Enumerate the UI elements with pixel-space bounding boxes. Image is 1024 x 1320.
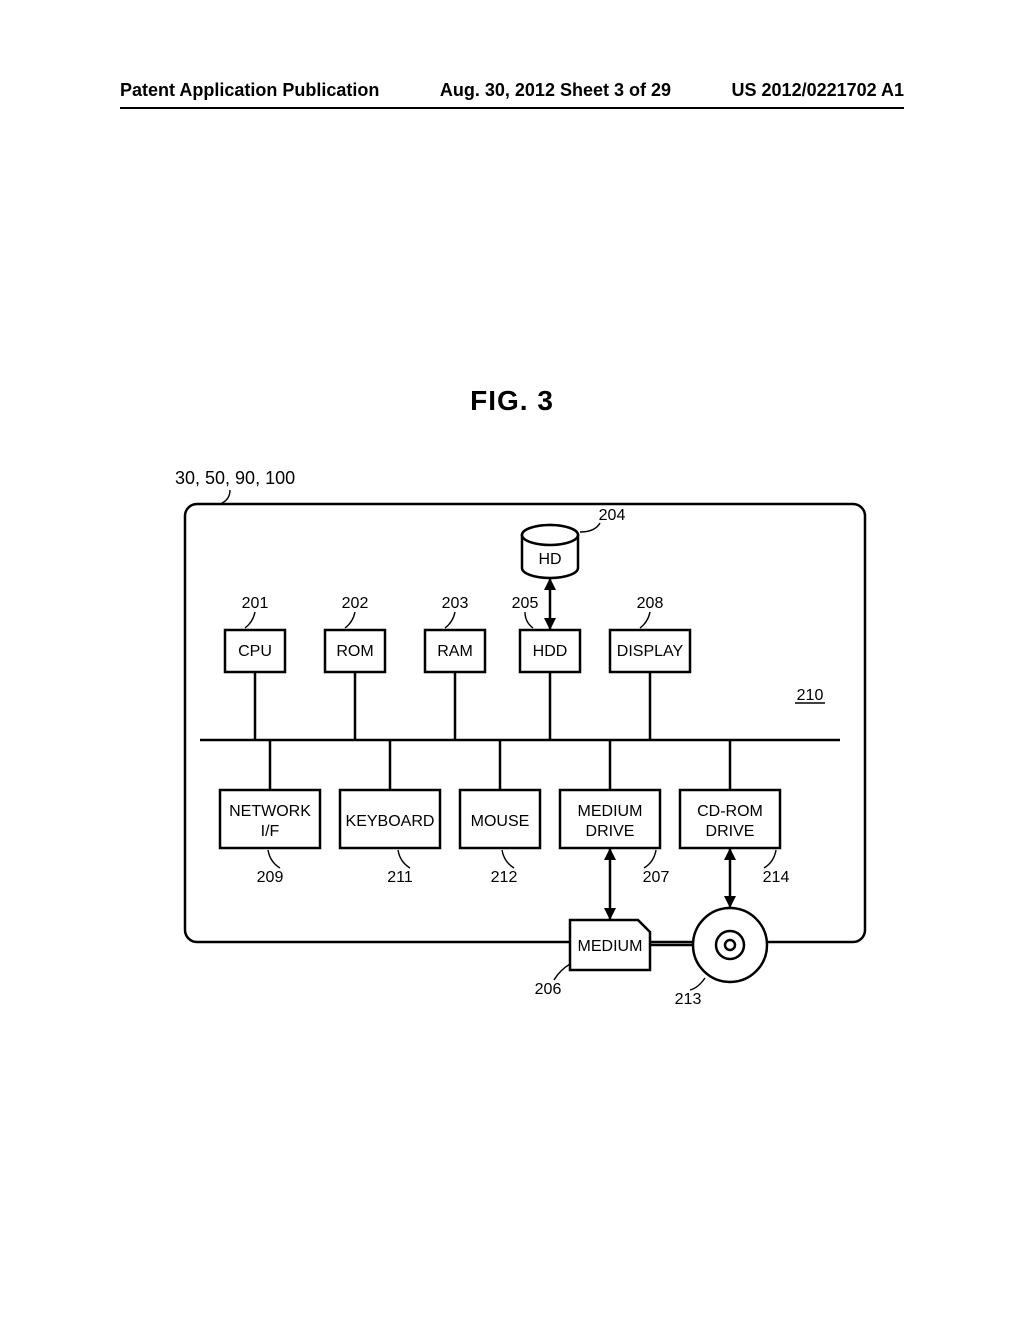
page-header: Patent Application Publication Aug. 30, … (120, 80, 904, 109)
cdrom-drive-label-1: CD-ROM (697, 803, 763, 820)
label-203: 203 (442, 595, 469, 612)
hdd-label: HDD (533, 643, 568, 660)
label-214: 214 (763, 869, 790, 886)
display-label: DISPLAY (617, 643, 684, 660)
label-204: 204 (599, 507, 626, 524)
block-diagram: HD 204 201 202 203 205 208 CPU ROM (140, 460, 870, 1020)
label-210: 210 (797, 687, 824, 704)
label-205: 205 (512, 595, 539, 612)
label-208: 208 (637, 595, 664, 612)
label-202: 202 (342, 595, 369, 612)
medium-drive-label-1: MEDIUM (578, 803, 643, 820)
cdrom-drive-label-2: DRIVE (706, 823, 755, 840)
header-left: Patent Application Publication (120, 80, 379, 101)
medium-label: MEDIUM (578, 938, 643, 955)
label-206: 206 (535, 981, 562, 998)
header-right: US 2012/0221702 A1 (732, 80, 904, 101)
header-center: Aug. 30, 2012 Sheet 3 of 29 (440, 80, 671, 101)
keyboard-label: KEYBOARD (346, 813, 435, 830)
label-212: 212 (491, 869, 518, 886)
rom-label: ROM (336, 643, 373, 660)
medium-drive-label-2: DRIVE (586, 823, 635, 840)
hd-cylinder: HD (522, 525, 578, 578)
mouse-label: MOUSE (471, 813, 530, 830)
label-207: 207 (643, 869, 670, 886)
ram-label: RAM (437, 643, 473, 660)
label-213: 213 (675, 991, 702, 1008)
network-if-label-2: I/F (261, 823, 280, 840)
label-201: 201 (242, 595, 269, 612)
label-211: 211 (387, 869, 413, 886)
label-209: 209 (257, 869, 284, 886)
cpu-label: CPU (238, 643, 272, 660)
network-if-label-1: NETWORK (229, 803, 311, 820)
hd-label: HD (538, 551, 561, 568)
figure-title: FIG. 3 (0, 385, 1024, 417)
